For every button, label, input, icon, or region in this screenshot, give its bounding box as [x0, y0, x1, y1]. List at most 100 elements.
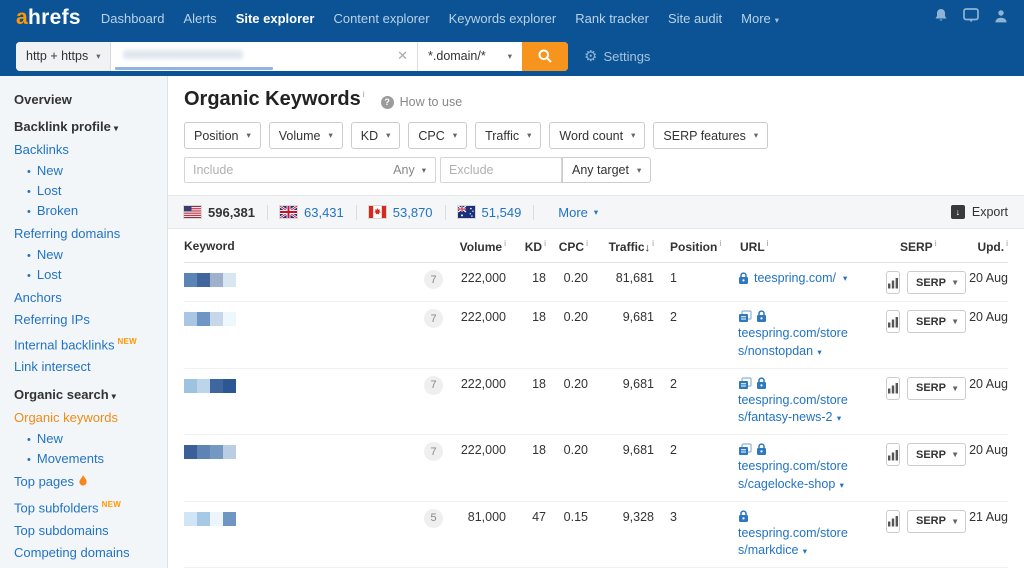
keyword-group-count-badge[interactable]: 7 [424, 309, 443, 328]
kd-cell: 18 [532, 310, 546, 324]
notifications-bell-icon[interactable] [934, 8, 948, 28]
filter-kd[interactable]: KD ▾ [350, 122, 401, 149]
sidebar-item-referring-ips[interactable]: Referring IPs [14, 311, 161, 328]
nav-item-site-explorer[interactable]: Site explorer [236, 11, 315, 26]
include-any-select[interactable]: Any ▾ [384, 163, 435, 177]
sidebar-subitem-new[interactable]: • New [27, 247, 161, 264]
position-history-chart-button[interactable] [886, 509, 900, 533]
url-link[interactable]: teespring.com/stores/fantasy-news-2 ▾ [738, 392, 850, 428]
sidebar-item-top-subdomains[interactable]: Top subdomains [14, 522, 161, 539]
chevron-down-icon: ▾ [507, 50, 512, 61]
column-header-traffic[interactable]: Traffic↓ i [588, 238, 654, 254]
sidebar-item-competing-domains[interactable]: Competing domains [14, 544, 161, 561]
position-history-chart-button[interactable] [886, 310, 900, 333]
sidebar-section-backlink-profile[interactable]: Backlink profile ▾ [14, 119, 161, 134]
flag-ca-icon [367, 205, 387, 219]
sidebar: Overview Backlink profile ▾ Backlinks • New • L… [0, 76, 168, 568]
include-input[interactable] [185, 163, 385, 177]
column-header-kd[interactable]: KD i [506, 238, 546, 254]
blur-pixel [197, 312, 210, 326]
query-underline [115, 66, 274, 70]
sidebar-subitem-new[interactable]: • New [27, 163, 161, 180]
settings-button[interactable]: ⚙ Settings [584, 47, 650, 65]
position-cell: 2 [670, 310, 677, 324]
url-cell: teespring.com/ ▾ [718, 271, 860, 285]
url-link[interactable]: teespring.com/ ▾ [738, 271, 860, 285]
search-button[interactable] [522, 41, 568, 71]
nav-item-keywords-explorer[interactable]: Keywords explorer [449, 11, 557, 26]
sidebar-subitem-movements[interactable]: • Movements [27, 451, 161, 468]
filter-position[interactable]: Position ▾ [184, 122, 261, 149]
ahrefs-logo[interactable]: ahrefs [16, 6, 81, 30]
column-header-serp[interactable]: SERP i [860, 238, 954, 254]
column-header-label: Upd. [977, 239, 1005, 254]
account-user-icon[interactable] [994, 9, 1008, 28]
protocol-select[interactable]: http + https ▾ [16, 41, 112, 71]
column-header-upd[interactable]: Upd. i [954, 238, 1008, 254]
sidebar-item-top-pages[interactable]: Top pages [14, 473, 161, 491]
column-header-cpc[interactable]: CPC i [546, 238, 588, 254]
country-stat-au[interactable]: 51,549 [456, 205, 521, 220]
keyword-group-count-badge[interactable]: 7 [424, 375, 443, 395]
sidebar-item-link-intersect[interactable]: Link intersect [14, 358, 161, 375]
sidebar-item-overview[interactable]: Overview [14, 92, 161, 107]
sidebar-subitem-broken[interactable]: • Broken [27, 203, 161, 220]
clear-search-icon[interactable]: ✕ [388, 42, 417, 71]
sidebar-item-referring-domains[interactable]: Referring domains [14, 225, 161, 242]
sidebar-subitem-new[interactable]: • New [27, 431, 161, 448]
filter-volume[interactable]: Volume ▾ [268, 122, 343, 149]
nav-item-more[interactable]: More ▾ [741, 11, 779, 26]
sidebar-item-backlinks[interactable]: Backlinks [14, 141, 161, 158]
keyword-group-count-badge[interactable]: 7 [424, 442, 443, 461]
filter-traffic[interactable]: Traffic ▾ [475, 122, 542, 149]
divider [355, 204, 357, 220]
column-header-keyword[interactable]: Keyword [184, 239, 424, 253]
nav-item-alerts[interactable]: Alerts [183, 11, 216, 26]
sidebar-subitem-lost[interactable]: • Lost [27, 267, 161, 284]
target-domain-input[interactable] [111, 42, 388, 71]
table-body: 7 222,000 18 0.20 81,681 1 teespring.com/ ▾ SERP… [184, 263, 1008, 568]
export-button[interactable]: ↓ Export [950, 205, 1008, 219]
blur-pixel [210, 273, 223, 287]
search-mode-select[interactable]: *.domain/* ▾ [417, 41, 522, 71]
traffic-cell: 9,681 [622, 443, 654, 457]
url-link[interactable]: teespring.com/stores/markdice ▾ [738, 525, 850, 561]
url-link[interactable]: teespring.com/stores/nonstopdan ▾ [738, 325, 850, 361]
position-history-chart-button[interactable] [886, 443, 900, 466]
sidebar-item-organic-keywords[interactable]: Organic keywords [14, 409, 161, 426]
exclude-input[interactable] [440, 157, 562, 183]
how-to-use-link[interactable]: ? How to use [380, 95, 462, 109]
keyword-group-count-badge[interactable]: 5 [424, 508, 443, 528]
chat-icon[interactable] [963, 8, 979, 28]
sidebar-item-top-subfolders[interactable]: Top subfolders NEW [14, 496, 161, 516]
nav-item-content-explorer[interactable]: Content explorer [333, 11, 429, 26]
chevron-down-icon: ▾ [111, 391, 116, 402]
filter-cpc[interactable]: CPC ▾ [408, 122, 468, 149]
nav-item-site-audit[interactable]: Site audit [668, 11, 722, 26]
sitelinks-icon [738, 443, 752, 456]
column-header-url[interactable]: URL i [718, 238, 860, 254]
column-header-volume[interactable]: Volume i [452, 238, 506, 254]
any-target-select[interactable]: Any target ▾ [562, 157, 652, 183]
filter-word-count[interactable]: Word count ▾ [549, 122, 646, 149]
url-link[interactable]: teespring.com/stores/cagelocke-shop ▾ [738, 458, 850, 494]
country-stat-gb[interactable]: 63,431 [279, 205, 344, 220]
position-history-chart-button[interactable] [886, 376, 900, 400]
filter-serp-features[interactable]: SERP features ▾ [653, 122, 769, 149]
more-countries-button[interactable]: More ▾ [558, 205, 598, 220]
sidebar-item-anchors[interactable]: Anchors [14, 289, 161, 306]
nav-item-dashboard[interactable]: Dashboard [101, 11, 165, 26]
keyword-group-count-badge[interactable]: 7 [424, 270, 443, 289]
column-header-position[interactable]: Position i [654, 238, 721, 254]
sidebar-subitem-lost[interactable]: • Lost [27, 183, 161, 200]
help-icon: ? [380, 95, 394, 109]
country-stat-ca[interactable]: 53,870 [367, 205, 433, 220]
chevron-down-icon: ▾ [452, 130, 458, 140]
country-stat-us[interactable]: 596,381 [183, 205, 255, 220]
chevron-down-icon: ▾ [421, 164, 426, 175]
position-history-chart-button[interactable] [886, 271, 900, 294]
sidebar-section-organic-search[interactable]: Organic search ▾ [14, 387, 161, 402]
nav-item-rank-tracker[interactable]: Rank tracker [575, 11, 649, 26]
sidebar-item-internal-backlinks[interactable]: Internal backlinks NEW [14, 333, 161, 353]
url-cell: teespring.com/stores/fantasy-news-2 ▾ [718, 376, 860, 428]
